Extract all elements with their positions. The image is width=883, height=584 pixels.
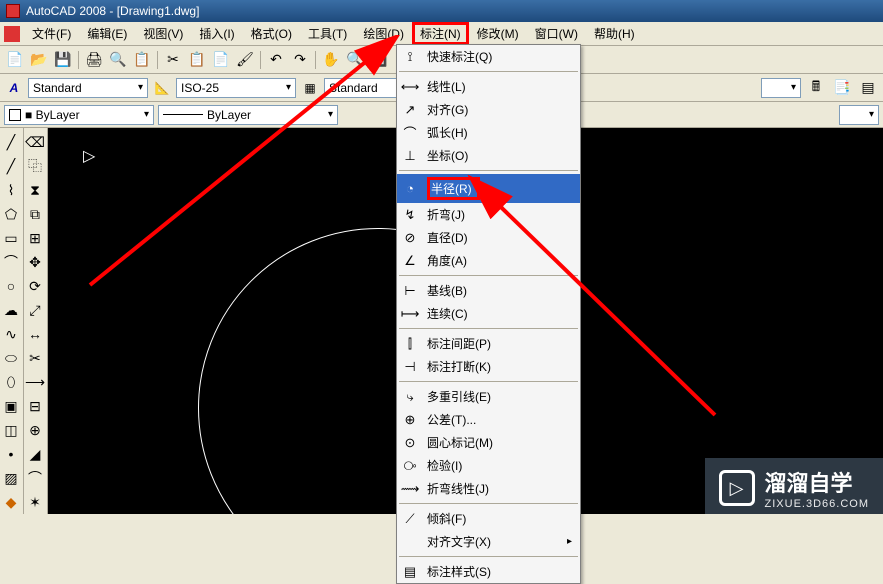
left-toolbars: ╱ ╱ ⌇ ⬠ ▭ ⌒ ○ ☁ ∿ ⬭ ⬯ ▣ ◫ • ▨ ◆ ⌫ ⿻ ⧗ ⧉ …: [0, 128, 48, 514]
annotation-arrow-2: [465, 175, 725, 425]
inspect-icon: ⧂: [401, 458, 419, 474]
separator: [399, 556, 578, 557]
break-icon[interactable]: ⊟: [24, 395, 46, 417]
separator: [399, 71, 578, 72]
window-title: AutoCAD 2008 - [Drawing1.dwg]: [26, 4, 199, 18]
mi-oblique[interactable]: ⟋ 倾斜(F): [397, 507, 580, 530]
annotation-arrow-1: [70, 35, 410, 295]
erase-icon[interactable]: ⌫: [24, 131, 46, 153]
mi-jogged-linear[interactable]: ⟿ 折弯线性(J): [397, 477, 580, 500]
gradient-icon[interactable]: ◆: [0, 491, 22, 513]
text-style-icon[interactable]: A: [4, 78, 24, 98]
new-icon[interactable]: 📄: [4, 49, 26, 71]
mirror-icon[interactable]: ⧗: [24, 179, 46, 201]
circle-icon[interactable]: ○: [0, 275, 22, 297]
revcloud-icon[interactable]: ☁: [0, 299, 22, 321]
separator: [399, 503, 578, 504]
mi-aligned[interactable]: ↗ 对齐(G): [397, 98, 580, 121]
spline-icon[interactable]: ∿: [0, 323, 22, 345]
layer-icon[interactable]: ▤: [857, 77, 879, 99]
dim-style-mi-icon: ▤: [401, 564, 419, 580]
dropdown-arrow-icon: ▾: [869, 109, 874, 120]
copy-obj-icon[interactable]: ⿻: [24, 155, 46, 177]
mi-ordinate[interactable]: ⊥ 坐标(O): [397, 144, 580, 167]
app-icon: [6, 4, 20, 18]
xline-icon[interactable]: ╱: [0, 155, 22, 177]
jogged-linear-icon: ⟿: [401, 481, 419, 497]
separator: [399, 170, 578, 171]
hatch-icon[interactable]: ▨: [0, 467, 22, 489]
join-icon[interactable]: ⊕: [24, 419, 46, 441]
chamfer-icon[interactable]: ◢: [24, 443, 46, 465]
dim-space-icon: ⫿: [401, 336, 419, 352]
modify-toolbar: ⌫ ⿻ ⧗ ⧉ ⊞ ✥ ⟳ ⤢ ↔ ✂ ⟶ ⊟ ⊕ ◢ ⌒ ✶: [24, 128, 48, 514]
point-icon[interactable]: •: [0, 443, 22, 465]
fillet-icon[interactable]: ⌒: [24, 467, 46, 489]
pline-icon[interactable]: ⌇: [0, 179, 22, 201]
align-text-icon: [401, 534, 419, 550]
mi-quick-dim[interactable]: ⟟ 快速标注(Q): [397, 45, 580, 68]
mi-center-mark[interactable]: ⊙ 圆心标记(M): [397, 431, 580, 454]
system-menu-icon[interactable]: [4, 26, 20, 42]
aux-combo[interactable]: ▾: [761, 78, 801, 98]
explode-icon[interactable]: ✶: [24, 491, 46, 513]
submenu-arrow-icon: ▸: [567, 536, 572, 547]
watermark: ▷ 溜溜自学 ZIXUE.3D66.COM: [705, 458, 883, 514]
tolerance-icon: ⊕: [401, 412, 419, 428]
insert-block-icon[interactable]: ▣: [0, 395, 22, 417]
mi-linear[interactable]: ⟷ 线性(L): [397, 75, 580, 98]
menu-dimension[interactable]: 标注(N): [412, 22, 469, 45]
draw-toolbar: ╱ ╱ ⌇ ⬠ ▭ ⌒ ○ ☁ ∿ ⬭ ⬯ ▣ ◫ • ▨ ◆: [0, 128, 24, 514]
mi-inspect[interactable]: ⧂ 检验(I): [397, 454, 580, 477]
mi-align-text[interactable]: 对齐文字(X) ▸: [397, 530, 580, 553]
center-mark-icon: ⊙: [401, 435, 419, 451]
make-block-icon[interactable]: ◫: [0, 419, 22, 441]
ellipse-icon[interactable]: ⬭: [0, 347, 22, 369]
trim-icon[interactable]: ✂: [24, 347, 46, 369]
rectangle-icon[interactable]: ▭: [0, 227, 22, 249]
menu-modify[interactable]: 修改(M): [469, 22, 527, 45]
menu-window[interactable]: 窗口(W): [527, 22, 586, 45]
watermark-sub: ZIXUE.3D66.COM: [765, 498, 869, 510]
line-icon[interactable]: ╱: [0, 131, 22, 153]
arc-icon[interactable]: ⌒: [0, 251, 22, 273]
scale-icon[interactable]: ⤢: [24, 299, 46, 321]
continue-icon: ⟼: [401, 306, 419, 322]
titlebar: AutoCAD 2008 - [Drawing1.dwg]: [0, 0, 883, 22]
rotate-icon[interactable]: ⟳: [24, 275, 46, 297]
calc-icon[interactable]: 🖩: [805, 77, 827, 99]
open-icon[interactable]: 📂: [28, 49, 50, 71]
extend-icon[interactable]: ⟶: [24, 371, 46, 393]
polygon-icon[interactable]: ⬠: [0, 203, 22, 225]
multileader-icon: ⤷: [401, 389, 419, 405]
play-icon: ▷: [719, 470, 755, 506]
array-icon[interactable]: ⊞: [24, 227, 46, 249]
dim-break-icon: ⊣: [401, 359, 419, 375]
move-icon[interactable]: ✥: [24, 251, 46, 273]
stretch-icon[interactable]: ↔: [24, 323, 46, 345]
oblique-icon: ⟋: [401, 511, 419, 527]
menu-help[interactable]: 帮助(H): [586, 22, 643, 45]
watermark-main: 溜溜自学: [765, 466, 869, 498]
watermark-text: 溜溜自学 ZIXUE.3D66.COM: [765, 466, 869, 510]
mi-arc-length[interactable]: ⌒ 弧长(H): [397, 121, 580, 144]
sheet-icon[interactable]: 📑: [831, 77, 853, 99]
offset-icon[interactable]: ⧉: [24, 203, 46, 225]
dropdown-arrow-icon: ▾: [791, 82, 796, 93]
ellipse-arc-icon[interactable]: ⬯: [0, 371, 22, 393]
mi-dim-style[interactable]: ▤ 标注样式(S): [397, 560, 580, 583]
aux-combo2[interactable]: ▾: [839, 105, 879, 125]
